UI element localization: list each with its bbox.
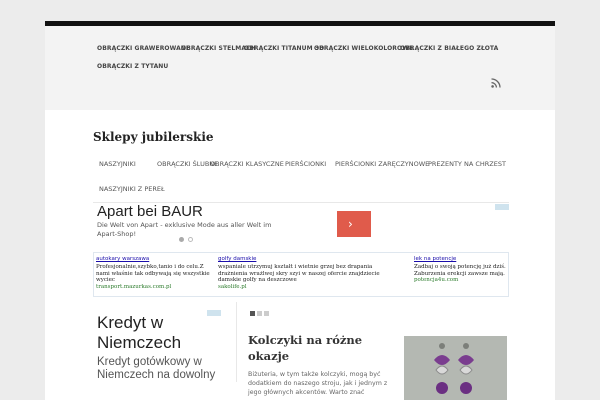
text-ad-text: Zadbaj o swoją potencję już dziś. Zaburz…	[414, 264, 506, 277]
text-ads-block: autokary warszawa Profesjonalnie,szybko,…	[93, 252, 509, 297]
text-ad-3[interactable]: lek na potencje Zadbaj o swoją potencję …	[414, 256, 508, 284]
top-menu: OBRĄCZKI GRAWEROWANE OBRĄCZKI STELMACH O…	[45, 26, 555, 110]
earrings-image	[404, 336, 507, 400]
column-view-icon[interactable]	[264, 311, 269, 316]
text-ad-text: wspaniale utrzymuj kształt i wietnie grz…	[218, 264, 380, 283]
carousel-dot-active[interactable]	[179, 237, 184, 242]
text-ad-2[interactable]: golfy damskie wspaniale utrzymuj kształt…	[218, 256, 380, 291]
adchoices-icon[interactable]	[495, 204, 509, 210]
side-ad-text: Kredyt gotówkowy w Niemczech na dowolny …	[97, 356, 216, 381]
ad-banner-button[interactable]: ›	[337, 211, 371, 237]
side-ad-title[interactable]: Kredyt w Niemczech	[97, 313, 223, 353]
text-ad-text: Profesjonalnie,szybko,tanio i do celu.Z …	[96, 264, 210, 283]
text-ad-url[interactable]: potencja4u.com	[414, 277, 508, 284]
ad-banner-description: Die Welt von Apart - exklusive Mode aus …	[97, 221, 272, 238]
main-menu-item-obraczki-klasyczne[interactable]: OBRĄCZKI KLASYCZNE	[210, 160, 284, 168]
post-title[interactable]: Kolczyki na różne okazje	[248, 332, 398, 364]
text-ad-url[interactable]: transport.mazurkas.com.pl	[96, 284, 216, 291]
text-ad-url[interactable]: sakolife.pl	[218, 284, 380, 291]
post-excerpt: Biżuteria, w tym także kolczyki, mogą by…	[248, 371, 388, 396]
carousel-dot[interactable]	[188, 237, 193, 242]
top-menu-item-titanum[interactable]: OBRĄCZKI TITANUM 3D	[244, 45, 324, 52]
ad-banner-title[interactable]: Apart bei BAUR	[97, 203, 203, 220]
text-ad-title[interactable]: lek na potencje	[414, 256, 508, 263]
top-menu-item-tytan[interactable]: OBRĄCZKI Z TYTANU	[97, 63, 168, 70]
chevron-right-icon: ›	[348, 217, 353, 231]
grid-view-icon[interactable]	[257, 311, 262, 316]
content-divider	[236, 302, 237, 382]
main-menu-item-naszyjniki[interactable]: NASZYJNIKI	[99, 160, 136, 168]
top-menu-item-grawerowane[interactable]: OBRĄCZKI GRAWEROWANE	[97, 45, 190, 52]
list-view-icon[interactable]	[250, 311, 255, 316]
main-menu-item-prezenty[interactable]: PREZENTY NA CHRZEST	[428, 160, 506, 168]
top-menu-item-wielokolorowe[interactable]: OBRĄCZKI WIELOKOLOROWE	[314, 45, 413, 52]
main-menu-item-naszyjniki-z-perel[interactable]: NASZYJNIKI Z PEREŁ	[99, 185, 165, 193]
text-ad-title[interactable]: golfy damskie	[218, 256, 380, 263]
site-title[interactable]: Sklepy jubilerskie	[93, 130, 214, 144]
text-ad-title[interactable]: autokary warszawa	[96, 256, 216, 263]
top-menu-item-biale-zloto[interactable]: OBRĄCZKI Z BIAŁEGO ZŁOTA	[400, 45, 498, 52]
post-thumbnail[interactable]	[404, 336, 507, 400]
main-menu-item-zareczynowe[interactable]: PIERŚCIONKI ZARĘCZYNOWE	[335, 160, 429, 168]
text-ad-1[interactable]: autokary warszawa Profesjonalnie,szybko,…	[96, 256, 216, 291]
side-ad[interactable]: Kredyt w Niemczech Kredyt gotówkowy w Ni…	[93, 309, 223, 381]
rss-icon[interactable]	[491, 78, 501, 88]
main-menu-item-pierscionki[interactable]: PIERŚCIONKI	[285, 160, 326, 168]
